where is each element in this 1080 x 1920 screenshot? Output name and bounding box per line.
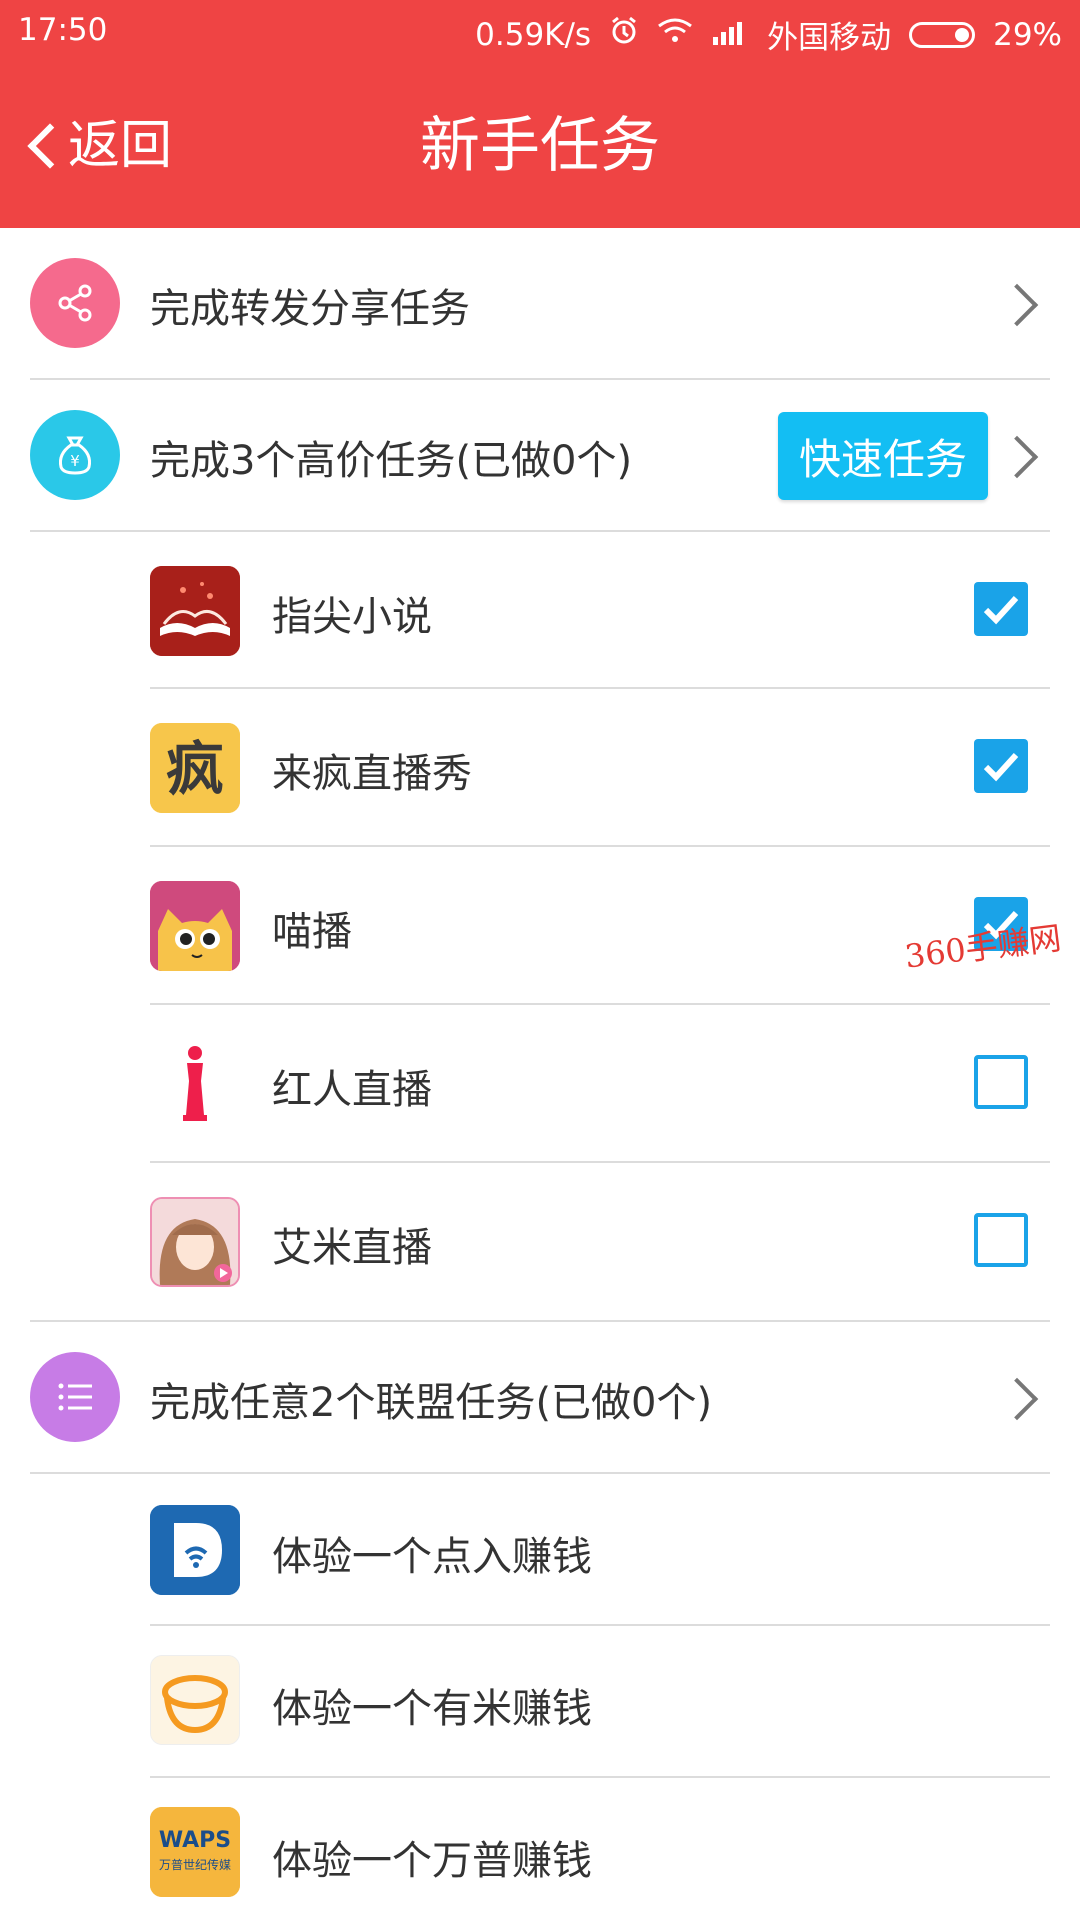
app-row-aimi[interactable]: 艾米直播 bbox=[0, 1163, 1080, 1320]
app-name: 来疯直播秀 bbox=[272, 751, 472, 797]
alliance-row-dianru[interactable]: 体验一个点入赚钱 bbox=[0, 1474, 1080, 1624]
statue-app-icon bbox=[150, 1039, 240, 1129]
girl-avatar-app-icon bbox=[150, 1197, 240, 1287]
app-row-hongren[interactable]: 红人直播 bbox=[0, 1005, 1080, 1161]
app-name: 喵播 bbox=[272, 909, 352, 955]
network-speed: 0.59K/s bbox=[475, 16, 592, 53]
chevron-right-icon bbox=[995, 283, 1039, 327]
checkbox-unchecked[interactable] bbox=[974, 1213, 1028, 1267]
app-name: 体验一个万普赚钱 bbox=[272, 1838, 592, 1884]
wifi-icon bbox=[657, 17, 693, 53]
book-app-icon bbox=[150, 566, 240, 656]
app-name: 艾米直播 bbox=[272, 1225, 432, 1271]
svg-text:WAPS: WAPS bbox=[159, 1828, 231, 1853]
app-name: 红人直播 bbox=[272, 1067, 432, 1113]
list-icon bbox=[30, 1352, 120, 1442]
alarm-icon bbox=[609, 16, 639, 54]
quick-task-button[interactable]: 快速任务 bbox=[778, 412, 988, 500]
money-bag-icon: ¥ bbox=[30, 410, 120, 500]
alliance-row-wanpu[interactable]: WAPS 万普世纪传媒 体验一个万普赚钱 bbox=[0, 1778, 1080, 1920]
chevron-right-icon bbox=[995, 1377, 1039, 1421]
app-header: 返回 新手任务 bbox=[0, 62, 1080, 228]
rice-bowl-app-icon bbox=[150, 1655, 240, 1745]
wanpu-app-icon: WAPS 万普世纪传媒 bbox=[150, 1807, 240, 1897]
battery-icon bbox=[909, 21, 976, 48]
status-bar: 17:50 0.59K/s 外国移动 29% bbox=[0, 0, 1080, 62]
dianru-app-icon bbox=[150, 1505, 240, 1595]
app-row-laifeng[interactable]: 疯 来疯直播秀 bbox=[0, 689, 1080, 845]
app-name: 指尖小说 bbox=[272, 594, 432, 640]
alliance-task-row[interactable]: 完成任意2个联盟任务(已做0个) bbox=[0, 1322, 1080, 1472]
checkbox-unchecked[interactable] bbox=[974, 1055, 1028, 1109]
signal-icon bbox=[711, 17, 749, 53]
svg-text:¥: ¥ bbox=[70, 452, 80, 470]
chevron-right-icon bbox=[995, 435, 1039, 479]
app-row-zhijian[interactable]: 指尖小说 bbox=[0, 532, 1080, 687]
checkbox-checked[interactable] bbox=[974, 582, 1028, 636]
battery-level: 29% bbox=[993, 16, 1062, 53]
alliance-row-youmi[interactable]: 体验一个有米赚钱 bbox=[0, 1626, 1080, 1776]
share-task-title: 完成转发分享任务 bbox=[150, 286, 470, 332]
high-price-task-title: 完成3个高价任务(已做0个) bbox=[150, 438, 633, 484]
share-icon bbox=[30, 258, 120, 348]
status-right: 0.59K/s 外国移动 29% bbox=[475, 12, 1062, 57]
page-title: 新手任务 bbox=[420, 111, 660, 181]
svg-text:万普世纪传媒: 万普世纪传媒 bbox=[159, 1857, 231, 1872]
cat-app-icon bbox=[150, 881, 240, 971]
carrier-name: 外国移动 bbox=[767, 20, 892, 56]
svg-text:疯: 疯 bbox=[166, 735, 224, 803]
app-name: 体验一个有米赚钱 bbox=[272, 1686, 592, 1732]
laifeng-app-icon: 疯 bbox=[150, 723, 240, 813]
alliance-task-title: 完成任意2个联盟任务(已做0个) bbox=[150, 1380, 713, 1426]
app-row-miaobo[interactable]: 喵播 bbox=[0, 847, 1080, 1003]
checkbox-checked[interactable] bbox=[974, 739, 1028, 793]
app-name: 体验一个点入赚钱 bbox=[272, 1534, 592, 1580]
share-task-row[interactable]: 完成转发分享任务 bbox=[0, 228, 1080, 378]
status-time: 17:50 bbox=[18, 12, 108, 48]
